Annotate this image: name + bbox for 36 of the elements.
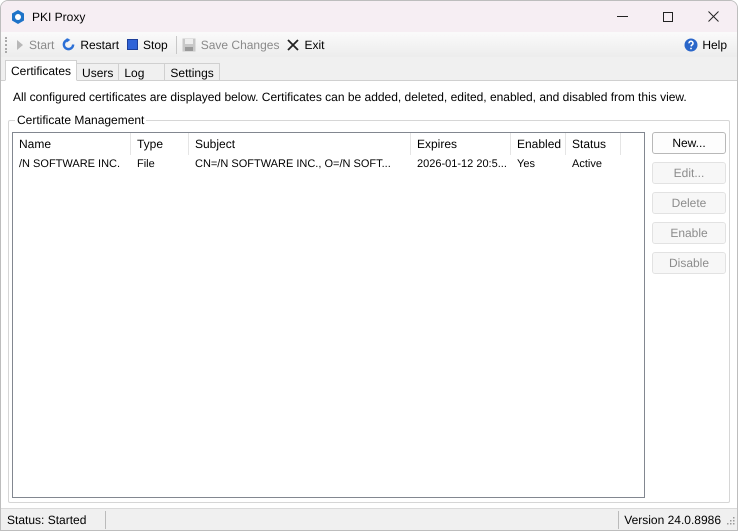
- column-header[interactable]: Enabled: [511, 133, 566, 155]
- group-title: Certificate Management: [15, 112, 146, 128]
- tab[interactable]: Log: [118, 63, 166, 81]
- column-header[interactable]: Subject: [189, 133, 411, 155]
- table-cell-text: Yes: [516, 157, 536, 172]
- table-cell-text: File: [136, 157, 156, 172]
- table-cell-text: Active: [571, 157, 603, 172]
- column-header[interactable]: Expires: [411, 133, 511, 155]
- toolbar-button[interactable]: Exit: [287, 36, 324, 54]
- description-text: All configured certificates are displayed below. Certificates can be added, deleted, edited, enabled, and disabled from this view.: [13, 89, 688, 106]
- tab[interactable]: Certificates: [5, 60, 78, 81]
- table-cell-text: /N SOFTWARE INC.: [18, 157, 122, 172]
- refresh-icon: [62, 38, 76, 51]
- status-text: Status: Started: [1, 510, 106, 528]
- close-icon[interactable]: [708, 11, 719, 22]
- help-icon: [684, 38, 698, 52]
- column-header[interactable]: Status: [566, 133, 621, 155]
- column-header[interactable]: Name: [13, 133, 131, 155]
- maximize-icon[interactable]: [663, 12, 673, 22]
- action-button[interactable]: New...: [652, 132, 726, 154]
- stop-icon: [127, 39, 138, 50]
- window-title: PKI Proxy: [32, 8, 86, 26]
- close-icon: [287, 38, 300, 50]
- help-button[interactable]: Help: [684, 36, 727, 54]
- resize-grip-icon[interactable]: [725, 514, 735, 524]
- minimize-icon[interactable]: [617, 16, 628, 18]
- version-text: Version 24.0.8986: [618, 510, 725, 528]
- table-cell-text: 2026-01-12 20:5...: [416, 157, 508, 172]
- certificate-list[interactable]: Name Type Subject Expires Enabled Status /N SOFTWARE INC. File CN=/N SOFTWARE INC., O=/N SOFT... 2026-01-12 20:5... Yes Active: [12, 132, 645, 498]
- column-header[interactable]: Type: [131, 133, 189, 155]
- toolbar-button[interactable]: Restart: [62, 36, 120, 54]
- play-icon: [16, 38, 24, 50]
- table-cell-text: CN=/N SOFTWARE INC., O=/N SOFT...: [194, 157, 392, 172]
- app-logo-icon: [10, 8, 26, 24]
- tab[interactable]: Settings: [164, 63, 220, 81]
- toolbar-button[interactable]: Stop: [127, 36, 168, 54]
